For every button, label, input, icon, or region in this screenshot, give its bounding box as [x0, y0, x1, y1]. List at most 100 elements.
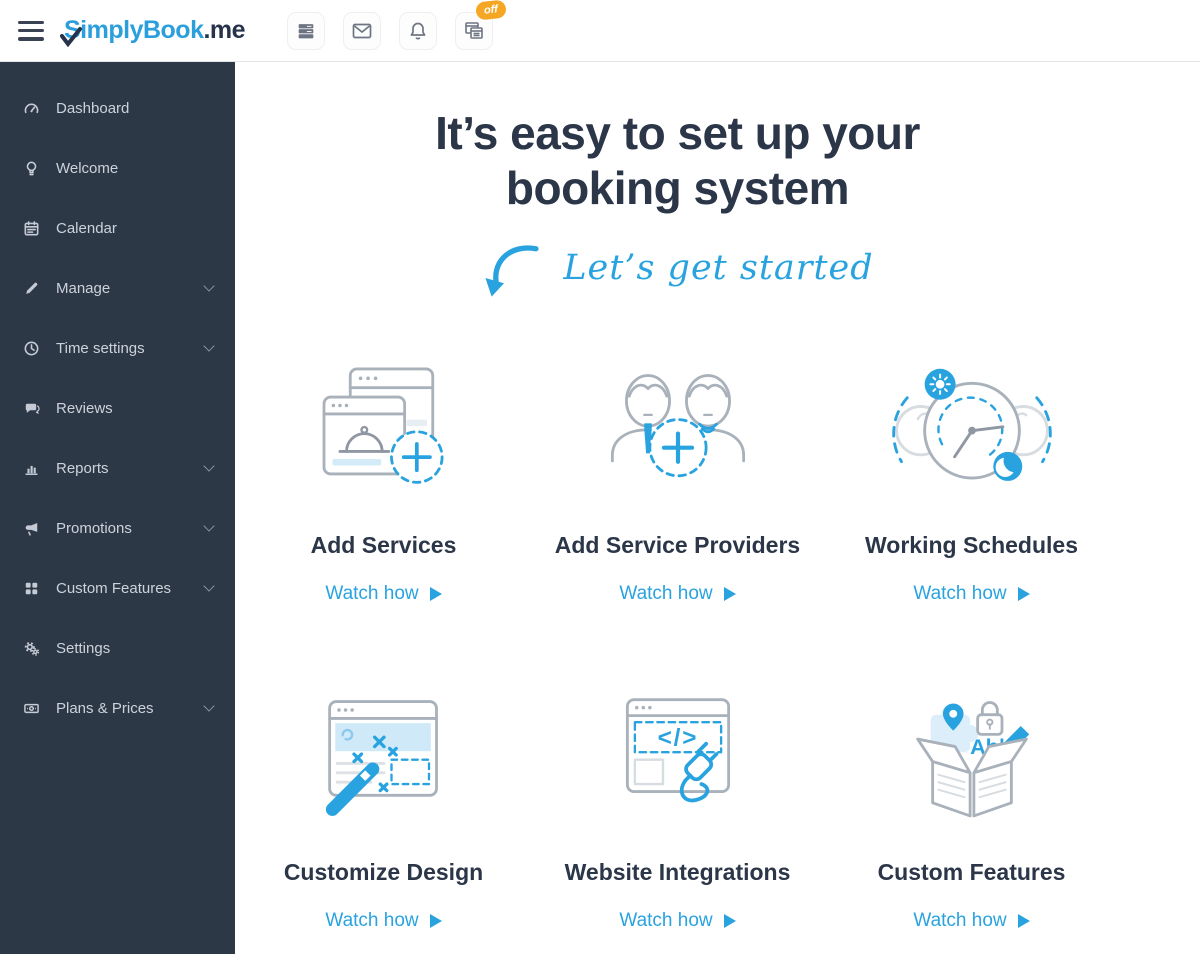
add-service-providers-illustration — [610, 374, 745, 478]
header-icon-group: off — [287, 0, 507, 50]
play-icon — [429, 914, 442, 929]
card-title: Website Integrations — [564, 859, 791, 886]
watch-how-link-custom-features[interactable]: Watch how — [913, 910, 1030, 932]
megaphone-icon — [22, 520, 40, 537]
card-title: Add Service Providers — [554, 532, 801, 559]
chat-icon — [22, 400, 40, 417]
card-title: Custom Features — [877, 859, 1066, 886]
watch-how-link-customize-design[interactable]: Watch how — [325, 910, 442, 932]
sidebar-item-calendar[interactable]: Calendar — [0, 198, 235, 258]
play-icon — [1017, 587, 1030, 602]
watch-how-label: Watch how — [619, 910, 713, 932]
sidebar-item-reviews[interactable]: Reviews — [0, 378, 235, 438]
main-content: It’s easy to set up your booking system … — [235, 62, 1200, 954]
chevron-down-icon — [203, 520, 215, 532]
page-title: It’s easy to set up your booking system — [235, 106, 1120, 216]
watch-how-label: Watch how — [325, 910, 419, 932]
setup-cards-grid: Add Services Watch how Add Service Provi… — [235, 358, 1120, 932]
card-custom-features: Ab| Custom Features Watch how — [825, 685, 1119, 932]
sidebar-item-label: Manage — [56, 279, 111, 297]
sidebar-item-label: Time settings — [56, 339, 145, 357]
sidebar-item-label: Welcome — [56, 159, 119, 177]
customize-design-illustration — [325, 700, 438, 817]
bell-icon — [410, 22, 426, 40]
notifications-button[interactable] — [399, 11, 438, 50]
money-icon — [22, 700, 40, 717]
card-working-schedules: Working Schedules Watch how — [825, 358, 1119, 605]
card-title: Add Services — [310, 532, 457, 559]
play-icon — [429, 587, 442, 602]
sidebar-item-label: Reviews — [56, 399, 113, 417]
messages-button[interactable] — [343, 11, 382, 50]
sidebar-item-reports[interactable]: Reports — [0, 438, 235, 498]
booking-website-button[interactable]: off — [455, 0, 507, 50]
pencil-icon — [22, 280, 40, 297]
watch-how-label: Watch how — [619, 583, 713, 605]
sidebar-item-label: Calendar — [56, 219, 117, 237]
play-icon — [1017, 914, 1030, 929]
logo[interactable]: SimplyBook .me — [60, 16, 246, 47]
chevron-down-icon — [203, 340, 215, 352]
top-bar: SimplyBook .me off — [0, 0, 1200, 62]
play-icon — [723, 587, 736, 602]
sidebar-item-label: Custom Features — [56, 579, 172, 597]
play-icon — [723, 914, 736, 929]
sidebar-item-manage[interactable]: Manage — [0, 258, 235, 318]
sidebar-item-label: Promotions — [56, 519, 132, 537]
sidebar-item-custom-features[interactable]: Custom Features — [0, 558, 235, 618]
sidebar-item-promotions[interactable]: Promotions — [0, 498, 235, 558]
sidebar-item-label: Settings — [56, 639, 111, 657]
tagline-text: Let’s get started — [563, 248, 874, 289]
clock-icon — [22, 340, 40, 357]
website-integrations-illustration: </> — [625, 698, 730, 803]
card-add-services: Add Services Watch how — [237, 358, 531, 605]
watch-how-label: Watch how — [913, 910, 1007, 932]
watch-how-link-add-services[interactable]: Watch how — [325, 583, 442, 605]
sidebar-item-settings[interactable]: Settings — [0, 618, 235, 678]
sidebar-item-label: Dashboard — [56, 99, 130, 117]
lightbulb-icon — [22, 160, 40, 177]
booking-website-icon — [465, 21, 483, 39]
sidebar-item-plans-prices[interactable]: Plans & Prices — [0, 678, 235, 738]
chevron-down-icon — [203, 700, 215, 712]
watch-how-link-website-integrations[interactable]: Watch how — [619, 910, 736, 932]
sidebar-item-time-settings[interactable]: Time settings — [0, 318, 235, 378]
sidebar: Dashboard Welcome Calendar Manage Time s… — [0, 62, 235, 954]
watch-how-label: Watch how — [325, 583, 419, 605]
sidebar-item-label: Reports — [56, 459, 109, 477]
mail-icon — [352, 23, 372, 38]
menu-toggle-icon[interactable] — [18, 20, 44, 41]
watch-how-link-service-providers[interactable]: Watch how — [619, 583, 736, 605]
add-services-illustration — [322, 367, 444, 485]
card-customize-design: Customize Design Watch how — [237, 685, 531, 932]
bookings-list-icon — [298, 23, 314, 38]
page-title-line1: It’s easy to set up your — [435, 107, 920, 159]
calendar-icon — [22, 220, 40, 237]
card-title: Customize Design — [283, 859, 484, 886]
chevron-down-icon — [203, 460, 215, 472]
dashboard-icon — [22, 100, 40, 117]
bar-chart-icon — [22, 460, 40, 477]
card-website-integrations: </> Website Integrations Watch how — [531, 685, 825, 932]
bookings-list-button[interactable] — [287, 11, 326, 50]
watch-how-label: Watch how — [913, 583, 1007, 605]
modules-icon — [22, 580, 40, 597]
chevron-down-icon — [203, 280, 215, 292]
gears-icon — [22, 640, 40, 657]
status-badge: off — [475, 0, 507, 21]
card-title: Working Schedules — [864, 532, 1078, 559]
watch-how-link-working-schedules[interactable]: Watch how — [913, 583, 1030, 605]
page-title-line2: booking system — [505, 162, 850, 215]
logo-text-blue: SimplyBook — [64, 16, 204, 44]
card-add-service-providers: Add Service Providers Watch how — [531, 358, 825, 605]
logo-text-dark: .me — [203, 16, 246, 44]
tagline: Let’s get started — [235, 238, 1120, 302]
svg-text:</>: </> — [657, 725, 698, 752]
sidebar-item-label: Plans & Prices — [56, 699, 154, 717]
sidebar-item-dashboard[interactable]: Dashboard — [0, 78, 235, 138]
working-schedules-illustration — [891, 369, 1052, 482]
chevron-down-icon — [203, 580, 215, 592]
curved-arrow-icon — [485, 245, 539, 297]
sidebar-item-welcome[interactable]: Welcome — [0, 138, 235, 198]
custom-features-illustration: Ab| — [915, 701, 1029, 818]
